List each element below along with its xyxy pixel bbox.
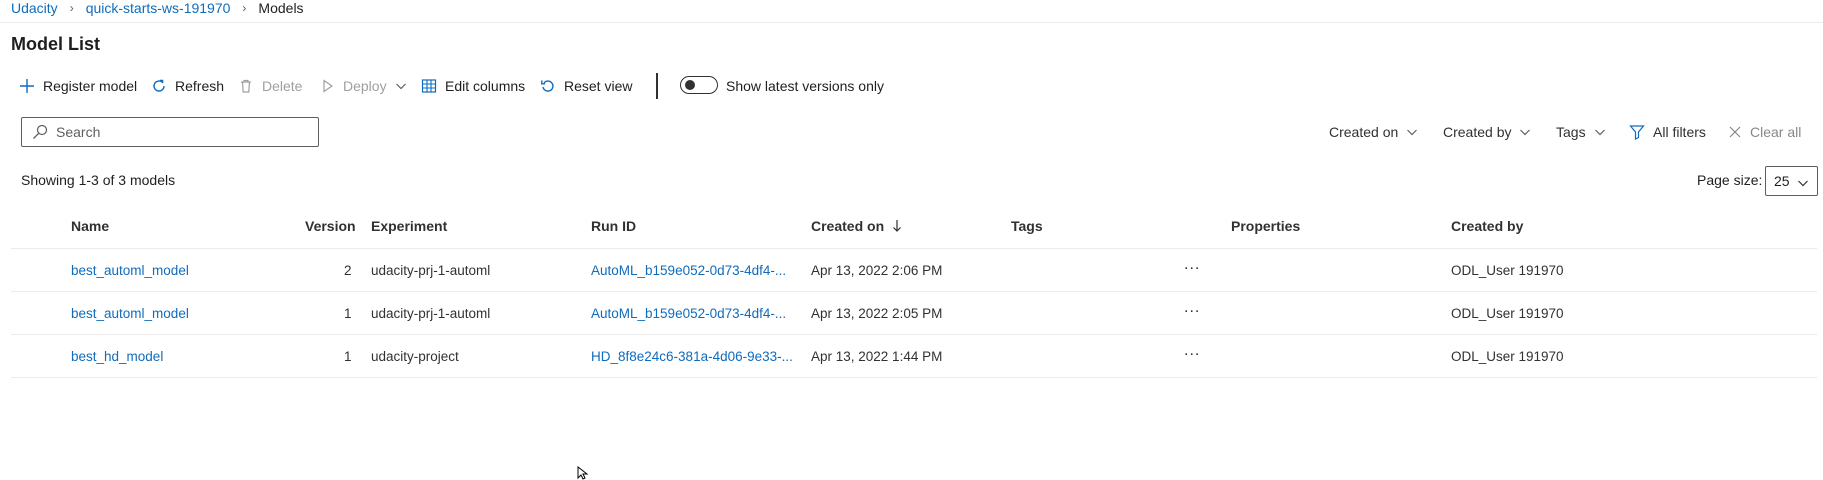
chevron-down-icon [1798, 180, 1808, 187]
version-cell: 1 [344, 349, 352, 364]
register-model-button[interactable]: Register model [19, 74, 137, 98]
column-header-created-by[interactable]: Created by [1451, 218, 1523, 234]
run-id-link[interactable]: AutoML_b159e052-0d73-4df4-... [591, 306, 786, 321]
column-header-run-id[interactable]: Run ID [591, 218, 636, 234]
breadcrumb-workspace[interactable]: quick-starts-ws-191970 [86, 0, 231, 16]
created-on-cell: Apr 13, 2022 2:06 PM [811, 263, 943, 278]
refresh-button[interactable]: Refresh [151, 74, 224, 98]
toolbar-divider [656, 73, 658, 99]
column-header-name[interactable]: Name [71, 218, 109, 234]
table-icon [421, 79, 437, 93]
run-id-link[interactable]: AutoML_b159e052-0d73-4df4-... [591, 263, 786, 278]
properties-more-button[interactable]: ... [1184, 342, 1200, 360]
latest-versions-toggle[interactable] [680, 76, 718, 94]
deploy-label: Deploy [343, 78, 387, 94]
version-cell: 1 [344, 306, 352, 321]
model-name-link[interactable]: best_hd_model [71, 349, 163, 364]
edit-columns-button[interactable]: Edit columns [421, 74, 525, 98]
tags-filter[interactable]: Tags [1556, 121, 1606, 143]
model-name-link[interactable]: best_automl_model [71, 263, 189, 278]
column-header-tags[interactable]: Tags [1011, 218, 1043, 234]
chevron-down-icon [1520, 129, 1531, 136]
page-title: Model List [11, 34, 100, 54]
model-name-link[interactable]: best_automl_model [71, 306, 189, 321]
all-filters-button[interactable]: All filters [1629, 121, 1706, 143]
reset-view-label: Reset view [564, 78, 633, 94]
properties-more-button[interactable]: ... [1184, 256, 1200, 274]
created-on-cell: Apr 13, 2022 2:05 PM [811, 306, 943, 321]
experiment-cell: udacity-prj-1-automl [371, 263, 491, 278]
chevron-right-icon: › [242, 1, 247, 15]
all-filters-label: All filters [1653, 124, 1706, 140]
created-by-cell: ODL_User 191970 [1451, 349, 1564, 364]
close-icon [1729, 126, 1741, 138]
search-box[interactable]: Search [21, 117, 319, 147]
trash-icon [241, 79, 251, 93]
header-row-divider [11, 248, 1817, 249]
refresh-label: Refresh [175, 78, 225, 94]
toggle-label: Show latest versions only [726, 78, 884, 94]
refresh-icon [153, 79, 165, 92]
results-count: Showing 1-3 of 3 models [21, 172, 176, 188]
page-size-select[interactable]: 25 [1765, 166, 1818, 196]
created-on-cell: Apr 13, 2022 1:44 PM [811, 349, 943, 364]
row-divider [11, 377, 1817, 378]
header-divider [0, 22, 1823, 23]
delete-label: Delete [262, 78, 303, 94]
arrow-down-icon [893, 220, 901, 232]
clear-all-label: Clear all [1750, 124, 1802, 140]
undo-icon [541, 80, 554, 92]
plus-icon [20, 79, 34, 93]
page-size-value: 25 [1774, 173, 1790, 189]
row-divider [11, 334, 1817, 335]
created-on-filter-label: Created on [1329, 124, 1399, 140]
register-model-label: Register model [43, 78, 138, 94]
row-divider [11, 291, 1817, 292]
experiment-cell: udacity-prj-1-automl [371, 306, 491, 321]
toggle-knob [685, 80, 695, 90]
breadcrumb-workspace-root[interactable]: Udacity [11, 0, 58, 16]
properties-more-button[interactable]: ... [1184, 299, 1200, 317]
play-icon [323, 79, 334, 93]
reset-view-button[interactable]: Reset view [540, 74, 632, 98]
created-on-filter[interactable]: Created on [1329, 121, 1418, 143]
search-placeholder: Search [56, 124, 101, 140]
chevron-down-icon [395, 83, 406, 90]
filter-icon [1629, 125, 1645, 140]
column-header-properties[interactable]: Properties [1231, 218, 1300, 234]
experiment-cell: udacity-project [371, 349, 459, 364]
deploy-button[interactable]: Deploy [321, 74, 407, 98]
clear-all-button[interactable]: Clear all [1728, 121, 1801, 143]
chevron-down-icon [1594, 129, 1605, 136]
breadcrumb: Udacity › quick-starts-ws-191970 › Model… [11, 0, 304, 18]
chevron-right-icon: › [69, 1, 74, 15]
version-cell: 2 [344, 263, 352, 278]
column-header-experiment[interactable]: Experiment [371, 218, 447, 234]
mouse-cursor-icon [577, 466, 589, 480]
chevron-down-icon [1407, 129, 1418, 136]
created-by-filter[interactable]: Created by [1443, 121, 1531, 143]
delete-button[interactable]: Delete [238, 74, 302, 98]
created-by-cell: ODL_User 191970 [1451, 306, 1564, 321]
created-by-filter-label: Created by [1443, 124, 1512, 140]
column-header-created-on[interactable]: Created on [811, 218, 902, 234]
column-header-version[interactable]: Version [305, 218, 356, 234]
search-icon [33, 124, 48, 139]
created-by-cell: ODL_User 191970 [1451, 263, 1564, 278]
page-size-label: Page size: [1697, 172, 1763, 188]
run-id-link[interactable]: HD_8f8e24c6-381a-4d06-9e33-... [591, 349, 793, 364]
edit-columns-label: Edit columns [445, 78, 526, 94]
tags-filter-label: Tags [1556, 124, 1586, 140]
column-header-created-on-label: Created on [811, 218, 885, 234]
breadcrumb-current: Models [258, 0, 304, 16]
